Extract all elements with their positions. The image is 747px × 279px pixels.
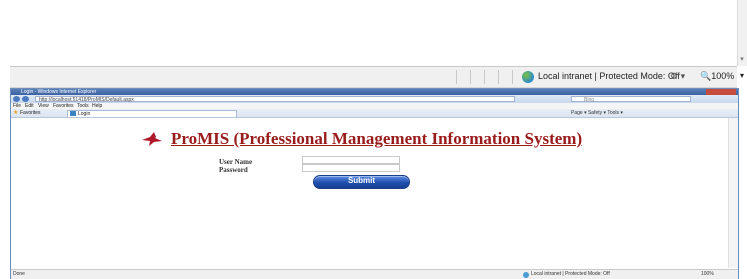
star-icon: ★ — [13, 110, 19, 116]
bird-logo-icon — [142, 132, 162, 146]
username-input[interactable] — [302, 156, 400, 164]
status-divider — [484, 70, 485, 84]
username-label: User Name — [219, 158, 253, 166]
security-zone-text[interactable]: Local intranet | Protected Mode: Off — [538, 71, 680, 81]
page-content: ProMIS (Professional Management Informat… — [11, 118, 738, 279]
page-scrollbar[interactable] — [728, 118, 738, 268]
status-divider — [512, 70, 513, 84]
address-bar: http://localhost:51418/ProMIS/Default.as… — [11, 95, 738, 103]
status-divider — [470, 70, 471, 84]
scroll-down-arrow-icon[interactable]: ▾ — [738, 56, 746, 64]
globe-icon — [522, 71, 534, 83]
command-bar[interactable]: Page ▾ Safety ▾ Tools ▾ — [571, 109, 623, 117]
back-button[interactable] — [13, 96, 20, 102]
status-divider — [456, 70, 457, 84]
zoom-level[interactable]: 🔍100% — [700, 71, 734, 82]
forward-button[interactable] — [22, 96, 29, 102]
zoom-level-text: 100% — [711, 71, 735, 81]
search-input[interactable]: Bing — [571, 96, 691, 103]
status-bar: Local intranet | Protected Mode: Off ⚙ ▾… — [10, 66, 744, 88]
password-input[interactable] — [302, 164, 400, 172]
globe-icon — [523, 272, 529, 278]
page-title: ProMIS (Professional Management Informat… — [171, 129, 583, 148]
submit-button[interactable]: Submit — [313, 175, 410, 189]
page-icon — [70, 111, 76, 116]
zoom-dropdown-icon[interactable]: ▾ — [740, 71, 744, 80]
status-divider — [498, 70, 499, 84]
tab-login[interactable]: Login — [67, 110, 237, 117]
addon-icon[interactable]: ⚙ ▾ — [670, 71, 685, 82]
browser-window: Login - Windows Internet Explorer http:/… — [10, 88, 739, 279]
favorites-bar: ★ Favorites Login Page ▾ Safety ▾ Tools … — [11, 109, 738, 118]
password-label: Password — [219, 166, 248, 174]
favorites-button[interactable]: Favorites — [20, 109, 41, 117]
url-field[interactable]: http://localhost:51418/ProMIS/Default.as… — [35, 96, 515, 103]
